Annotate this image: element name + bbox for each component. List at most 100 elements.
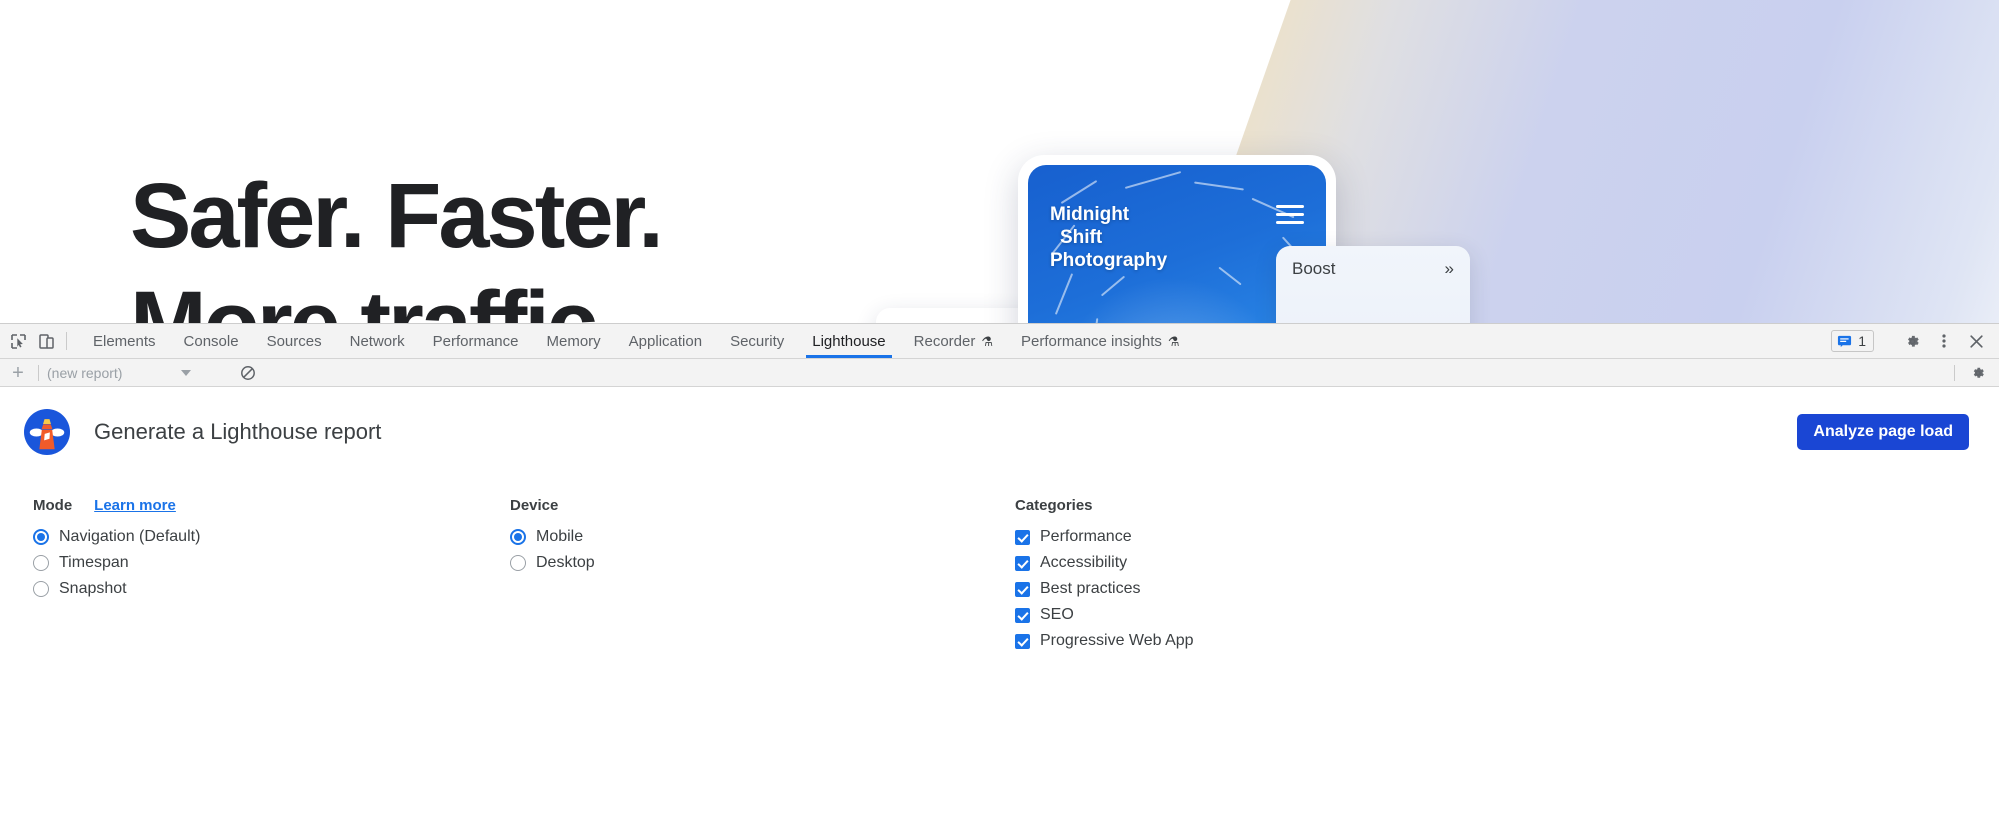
radio-icon[interactable] xyxy=(510,529,526,545)
panel-tabs: Elements Console Sources Network Perform… xyxy=(73,324,1831,358)
tab-label: Elements xyxy=(93,332,156,350)
inspect-element-icon[interactable] xyxy=(4,324,32,358)
mode-option-label: Snapshot xyxy=(59,580,127,597)
category-option-label: SEO xyxy=(1040,606,1074,623)
lighthouse-header: Generate a Lighthouse report Analyze pag… xyxy=(0,387,1999,455)
category-option-label: Progressive Web App xyxy=(1040,632,1194,649)
tab-label: Lighthouse xyxy=(812,332,886,350)
tab-sources[interactable]: Sources xyxy=(253,324,336,358)
checkbox-icon[interactable] xyxy=(1015,633,1030,649)
tab-performance[interactable]: Performance xyxy=(419,324,533,358)
screen: Safer. Faster. More traffic xyxy=(0,0,1999,826)
toolbar-divider xyxy=(66,332,67,350)
devtools-tabbar: Elements Console Sources Network Perform… xyxy=(0,324,1999,359)
categories-section: Categories Performance Accessibility Bes… xyxy=(1010,497,1999,654)
checkbox-icon[interactable] xyxy=(1015,555,1030,571)
experimental-flask-icon: ⚗ xyxy=(1167,333,1180,349)
tab-label: Recorder xyxy=(913,332,976,350)
phone-brand-title: Midnight Shift Photography xyxy=(1050,203,1167,272)
mode-option-label: Timespan xyxy=(59,554,129,571)
tab-application[interactable]: Application xyxy=(615,324,716,358)
categories-heading-row: Categories xyxy=(1015,497,1999,514)
tab-label: Performance insights xyxy=(1021,332,1162,350)
tab-security[interactable]: Security xyxy=(716,324,798,358)
tab-lighthouse[interactable]: Lighthouse xyxy=(798,324,899,358)
learn-more-link[interactable]: Learn more xyxy=(94,497,176,514)
double-chevron-right-icon[interactable]: » xyxy=(1445,259,1454,279)
checkbox-icon[interactable] xyxy=(1015,529,1030,545)
category-option-label: Performance xyxy=(1040,528,1132,545)
tab-elements[interactable]: Elements xyxy=(79,324,170,358)
device-heading-row: Device xyxy=(510,497,1010,514)
device-section: Device Mobile Desktop xyxy=(505,497,1010,654)
tab-label: Performance xyxy=(432,332,519,350)
headline-line-1: Safer. Faster. xyxy=(130,165,664,267)
report-select[interactable]: (new report) xyxy=(47,365,227,381)
category-option-performance[interactable]: Performance xyxy=(1015,524,1999,550)
toolbar-divider xyxy=(38,364,39,381)
tab-label: Security xyxy=(730,332,785,350)
clear-all-icon[interactable] xyxy=(235,362,261,384)
device-option-mobile[interactable]: Mobile xyxy=(510,524,1010,550)
tab-label: Console xyxy=(183,332,239,350)
radio-icon[interactable] xyxy=(33,555,49,571)
mode-section: Mode Learn more Navigation (Default) Tim… xyxy=(0,497,505,654)
close-devtools-icon[interactable] xyxy=(1961,327,1991,355)
categories-heading: Categories xyxy=(1015,497,1093,514)
radio-icon[interactable] xyxy=(33,529,49,545)
tab-label: Sources xyxy=(266,332,322,350)
tabbar-right-controls: 1 xyxy=(1831,324,1999,358)
mode-option-snapshot[interactable]: Snapshot xyxy=(33,576,505,602)
mode-heading: Mode xyxy=(33,497,73,514)
issues-count: 1 xyxy=(1858,333,1866,349)
brand-line-3: Photography xyxy=(1050,250,1168,271)
new-report-button[interactable]: + xyxy=(6,362,30,384)
category-option-label: Accessibility xyxy=(1040,554,1128,571)
mode-option-navigation[interactable]: Navigation (Default) xyxy=(33,524,505,550)
lighthouse-start-view: Generate a Lighthouse report Analyze pag… xyxy=(0,387,1999,826)
device-option-label: Desktop xyxy=(536,554,595,571)
analyze-page-load-button[interactable]: Analyze page load xyxy=(1797,414,1969,450)
boost-label: Boost xyxy=(1292,259,1336,278)
hamburger-menu-icon[interactable] xyxy=(1276,205,1304,225)
device-heading: Device xyxy=(510,497,559,514)
more-options-icon[interactable] xyxy=(1929,327,1959,355)
mode-option-label: Navigation (Default) xyxy=(59,528,201,545)
brand-line-1: Midnight xyxy=(1050,204,1130,225)
radio-icon[interactable] xyxy=(510,555,526,571)
settings-gear-icon[interactable] xyxy=(1963,359,1993,387)
chevron-down-icon xyxy=(181,369,192,376)
lighthouse-toolbar: + (new report) xyxy=(0,359,1999,387)
checkbox-icon[interactable] xyxy=(1015,581,1030,597)
tab-network[interactable]: Network xyxy=(336,324,419,358)
tab-label: Memory xyxy=(546,332,601,350)
category-option-best-practices[interactable]: Best practices xyxy=(1015,576,1999,602)
category-option-pwa[interactable]: Progressive Web App xyxy=(1015,628,1999,654)
report-select-value: (new report) xyxy=(47,364,123,381)
tab-console[interactable]: Console xyxy=(170,324,253,358)
issues-badge[interactable]: 1 xyxy=(1831,330,1874,352)
tab-recorder[interactable]: Recorder ⚗ xyxy=(900,324,1007,358)
lighthouse-logo xyxy=(24,409,70,455)
radio-icon[interactable] xyxy=(33,581,49,597)
brand-line-2: Shift xyxy=(1060,227,1103,248)
lighthouse-options: Mode Learn more Navigation (Default) Tim… xyxy=(0,455,1999,654)
device-option-label: Mobile xyxy=(536,528,584,545)
page-title: Generate a Lighthouse report xyxy=(94,419,382,444)
category-option-accessibility[interactable]: Accessibility xyxy=(1015,550,1999,576)
toolbar-divider xyxy=(1954,364,1955,381)
checkbox-icon[interactable] xyxy=(1015,607,1030,623)
tab-label: Network xyxy=(349,332,405,350)
tab-label: Application xyxy=(628,332,703,350)
mode-heading-row: Mode Learn more xyxy=(33,497,505,514)
settings-gear-icon[interactable] xyxy=(1897,327,1927,355)
devtools-panel: Elements Console Sources Network Perform… xyxy=(0,323,1999,826)
tab-memory[interactable]: Memory xyxy=(533,324,615,358)
device-option-desktop[interactable]: Desktop xyxy=(510,550,1010,576)
mode-option-timespan[interactable]: Timespan xyxy=(33,550,505,576)
category-option-seo[interactable]: SEO xyxy=(1015,602,1999,628)
tab-performance-insights[interactable]: Performance insights ⚗ xyxy=(1007,324,1194,358)
device-toolbar-icon[interactable] xyxy=(32,324,60,358)
issues-message-icon xyxy=(1838,335,1852,347)
experimental-flask-icon: ⚗ xyxy=(981,333,994,349)
